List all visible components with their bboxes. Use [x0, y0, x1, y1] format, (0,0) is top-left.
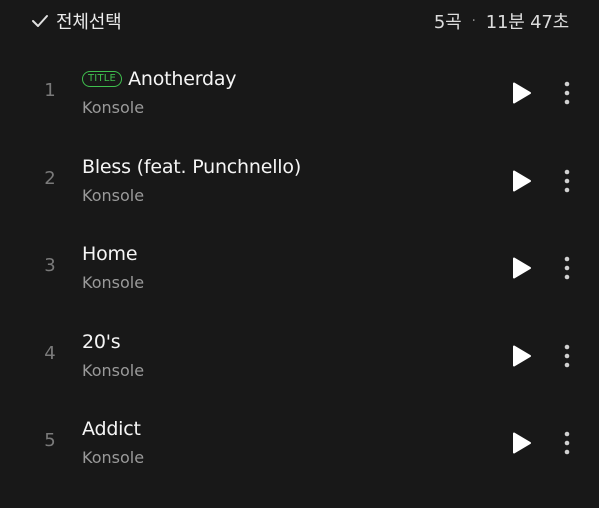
more-vertical-icon: [564, 256, 570, 280]
more-options-button[interactable]: [556, 80, 578, 106]
track-count: 5곡: [433, 12, 462, 33]
track-row[interactable]: 2 Bless (feat. Punchnello) Konsole: [0, 138, 599, 226]
play-icon: [513, 82, 531, 104]
track-title: Bless (feat. Punchnello): [82, 155, 302, 178]
more-options-button[interactable]: [556, 343, 578, 369]
more-vertical-icon: [564, 344, 570, 367]
track-row[interactable]: 1 TITLE Anotherday Konsole: [0, 50, 599, 138]
track-title-row: Bless (feat. Punchnello): [82, 154, 301, 180]
track-title: Anotherday: [128, 68, 237, 90]
play-icon: [513, 345, 531, 366]
track-artist[interactable]: Konsole: [82, 361, 144, 380]
more-vertical-icon: [564, 169, 570, 192]
play-button[interactable]: [508, 80, 534, 106]
track-artist[interactable]: Konsole: [82, 98, 144, 117]
track-number: 1: [44, 80, 56, 101]
track-title-row: TITLE Anotherday: [82, 66, 237, 92]
play-button[interactable]: [508, 343, 534, 369]
track-number: 4: [44, 342, 56, 364]
play-button[interactable]: [508, 168, 534, 194]
track-artist[interactable]: Konsole: [82, 186, 144, 205]
track-number: 2: [44, 167, 56, 189]
more-vertical-icon: [564, 81, 570, 105]
play-icon: [513, 257, 531, 279]
track-number: 5: [44, 430, 56, 451]
more-options-button[interactable]: [556, 168, 578, 194]
track-title: Addict: [82, 418, 141, 440]
track-list: 1 TITLE Anotherday Konsole 2 Bless (feat…: [0, 50, 599, 488]
tracklist-header: 전체선택 5곡 · 11분 47초: [0, 0, 599, 42]
check-icon: [30, 11, 50, 31]
play-icon: [513, 170, 531, 191]
track-artist[interactable]: Konsole: [82, 448, 144, 467]
title-track-badge: TITLE: [82, 71, 123, 87]
track-row[interactable]: 4 20's Konsole: [0, 313, 599, 401]
more-options-button[interactable]: [556, 430, 578, 456]
select-all-label: 전체선택: [56, 12, 122, 33]
track-row[interactable]: 3 Home Konsole: [0, 225, 599, 313]
play-button[interactable]: [508, 430, 534, 456]
track-row[interactable]: 5 Addict Konsole: [0, 400, 599, 488]
track-title-row: Addict: [82, 416, 141, 442]
play-button[interactable]: [508, 255, 534, 281]
play-icon: [513, 432, 531, 454]
select-all-button[interactable]: 전체선택: [30, 8, 122, 34]
tracklist-summary: 5곡 · 11분 47초: [434, 8, 569, 34]
more-vertical-icon: [564, 431, 570, 455]
track-title: 20's: [82, 330, 121, 353]
track-artist[interactable]: Konsole: [82, 273, 144, 292]
track-title-row: Home: [82, 241, 138, 267]
separator-dot: ·: [471, 13, 476, 29]
total-duration: 11분 47초: [485, 12, 569, 33]
track-title: Home: [82, 243, 138, 265]
track-title-row: 20's: [82, 329, 121, 355]
track-number: 3: [44, 255, 56, 276]
more-options-button[interactable]: [556, 255, 578, 281]
